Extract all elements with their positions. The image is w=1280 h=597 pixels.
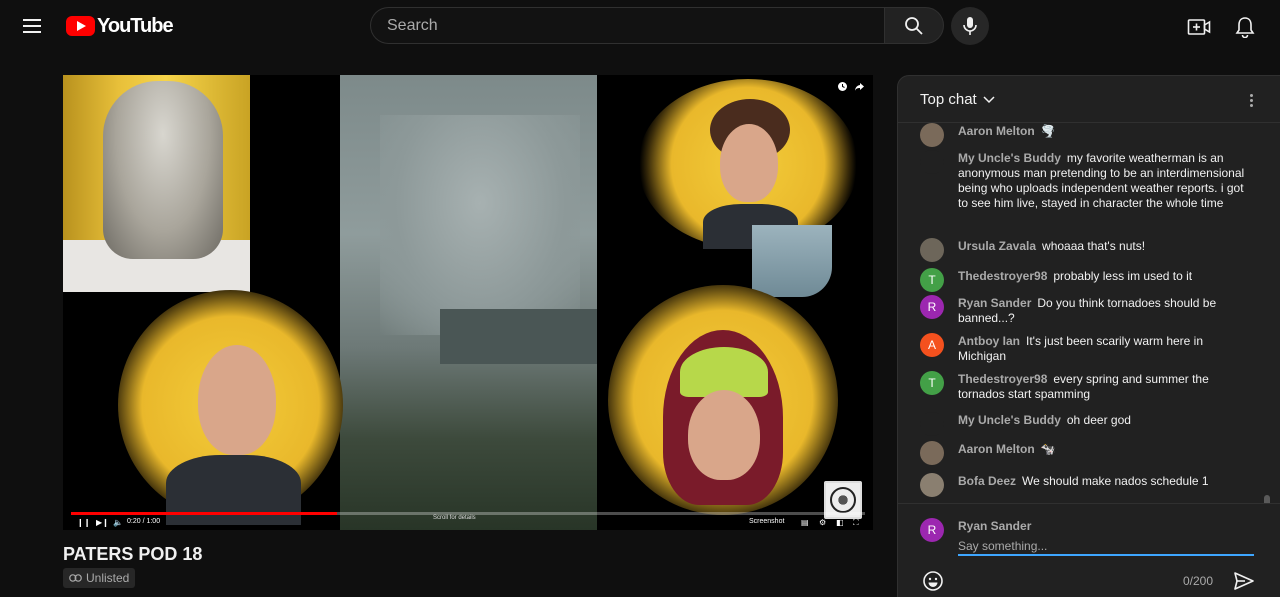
search-icon: [905, 16, 923, 35]
chat-messages: Aaron Melton 🌪️ My Uncle's Buddy my favori…: [898, 123, 1280, 503]
chat-message[interactable]: R Ryan Sander Do you think tornadoes shou…: [920, 295, 1250, 326]
chat-scrollbar[interactable]: [1264, 495, 1270, 503]
youtube-logo[interactable]: YouTube: [66, 13, 174, 39]
voice-search-button[interactable]: [951, 7, 989, 45]
create-video-icon: [1187, 19, 1211, 35]
menu-button[interactable]: [20, 13, 46, 39]
create-button[interactable]: [1185, 13, 1213, 41]
chat-text: 🌪️: [1040, 124, 1056, 138]
dog-figurine-image: [63, 75, 250, 292]
emoji-icon: [923, 571, 943, 591]
screenshot-label[interactable]: Screenshot: [749, 518, 784, 525]
chat-message[interactable]: My Uncle's Buddy my favorite weatherman i…: [920, 150, 1250, 211]
chat-author[interactable]: Ursula Zavala: [958, 239, 1036, 253]
chat-author[interactable]: Aaron Melton: [958, 124, 1035, 138]
avatar[interactable]: [920, 473, 944, 497]
chat-text: whoaaa that's nuts!: [1042, 239, 1146, 253]
chat-author[interactable]: My Uncle's Buddy: [958, 413, 1061, 427]
chat-message[interactable]: Ursula Zavala whoaaa that's nuts!: [920, 238, 1250, 262]
chat-text: We should make nados schedule 1: [1022, 474, 1209, 488]
top-chat-label: Top chat: [920, 91, 977, 108]
bell-icon: [1235, 17, 1255, 38]
more-vert-icon: [1249, 93, 1253, 97]
volume-icon[interactable]: 🔈: [113, 518, 123, 527]
unlisted-label: Unlisted: [86, 571, 130, 585]
pause-icon[interactable]: ❙❙: [77, 518, 90, 527]
search-input[interactable]: Search: [370, 7, 884, 44]
avatar[interactable]: [920, 441, 944, 465]
share-icon[interactable]: [854, 81, 865, 92]
avatar[interactable]: [920, 123, 944, 147]
chat-message[interactable]: Aaron Melton 🌪️: [920, 123, 1250, 147]
settings-icon[interactable]: ⚙: [819, 518, 826, 527]
chat-message[interactable]: My Uncle's Buddy oh deer god: [920, 412, 1250, 436]
chat-composer: R Ryan Sander Say something... 0/200: [898, 503, 1280, 597]
chat-more-options-button[interactable]: [1241, 90, 1261, 110]
chat-author[interactable]: Aaron Melton: [958, 442, 1035, 456]
top-bar: YouTube Search: [0, 0, 1280, 52]
live-chat-panel: Top chat Aaron Melton 🌪️ My Uncle's Buddy…: [897, 75, 1280, 597]
hamburger-icon: [23, 19, 41, 21]
inset-video-window: [752, 225, 832, 297]
webcam-host-bottom-right: [608, 285, 838, 515]
scroll-for-details[interactable]: Scroll for details: [433, 515, 476, 521]
chat-author[interactable]: Thedestroyer98: [958, 372, 1047, 386]
avatar[interactable]: T: [920, 268, 944, 292]
chat-text: oh deer god: [1066, 413, 1131, 427]
chat-author[interactable]: My Uncle's Buddy: [958, 151, 1061, 165]
search-bar: Search: [370, 7, 944, 44]
character-count: 0/200: [1183, 574, 1214, 588]
webcam-host-top-right: [638, 79, 858, 249]
chat-text: probably less im used to it: [1053, 269, 1193, 283]
chat-message[interactable]: T Thedestroyer98 every spring and summer …: [920, 371, 1250, 402]
logo-text: YouTube: [97, 14, 174, 37]
search-button[interactable]: [884, 7, 944, 44]
play-logo-icon: [66, 16, 95, 36]
webcam-host-left: [118, 290, 343, 525]
link-icon: [69, 574, 82, 582]
chat-message[interactable]: T Thedestroyer98 probably less im used to…: [920, 268, 1250, 292]
avatar[interactable]: R: [920, 295, 944, 319]
avatar[interactable]: A: [920, 333, 944, 357]
player-controls: ❙❙ ▶❙ 🔈 0:20 / 1:00 Scroll for details S…: [63, 515, 873, 530]
chevron-down-icon: [983, 95, 995, 103]
emoji-button[interactable]: [922, 570, 944, 592]
time-display: 0:20 / 1:00: [127, 518, 161, 525]
avatar[interactable]: [920, 238, 944, 262]
next-icon[interactable]: ▶❙: [96, 518, 109, 527]
avatar[interactable]: [920, 150, 944, 174]
chat-message[interactable]: Bofa Deez We should make nados schedule 1: [920, 473, 1250, 497]
avatar: R: [920, 518, 944, 542]
chat-message[interactable]: A Antboy Ian It's just been scarily warm …: [920, 333, 1250, 364]
tornado-footage: [340, 75, 597, 530]
top-chat-dropdown[interactable]: Top chat: [920, 91, 995, 108]
chat-message-input[interactable]: Say something...: [958, 537, 1254, 556]
video-title: PATERS POD 18: [63, 544, 203, 564]
send-button[interactable]: [1233, 570, 1255, 592]
chat-author[interactable]: Thedestroyer98: [958, 269, 1047, 283]
send-icon: [1234, 572, 1254, 590]
chat-text: 🐄: [1040, 442, 1056, 456]
unlisted-badge: Unlisted: [63, 568, 136, 588]
chat-author[interactable]: Antboy Ian: [958, 334, 1020, 348]
composer-author-name: Ryan Sander: [958, 519, 1032, 533]
chat-header: Top chat: [898, 76, 1280, 123]
subtitles-icon[interactable]: ▤: [801, 518, 809, 527]
fullscreen-icon[interactable]: ⛶: [853, 518, 859, 528]
chat-author[interactable]: Ryan Sander: [958, 296, 1031, 310]
avatar[interactable]: [920, 412, 944, 436]
chat-message[interactable]: Aaron Melton 🐄: [920, 441, 1250, 465]
watch-later-icon[interactable]: [837, 81, 848, 92]
miniplayer-icon[interactable]: ◧: [836, 518, 844, 527]
video-player[interactable]: ❙❙ ▶❙ 🔈 0:20 / 1:00 Scroll for details S…: [63, 75, 873, 530]
microphone-icon: [963, 17, 977, 35]
notifications-button[interactable]: [1231, 13, 1259, 41]
avatar[interactable]: T: [920, 371, 944, 395]
chat-author[interactable]: Bofa Deez: [958, 474, 1016, 488]
